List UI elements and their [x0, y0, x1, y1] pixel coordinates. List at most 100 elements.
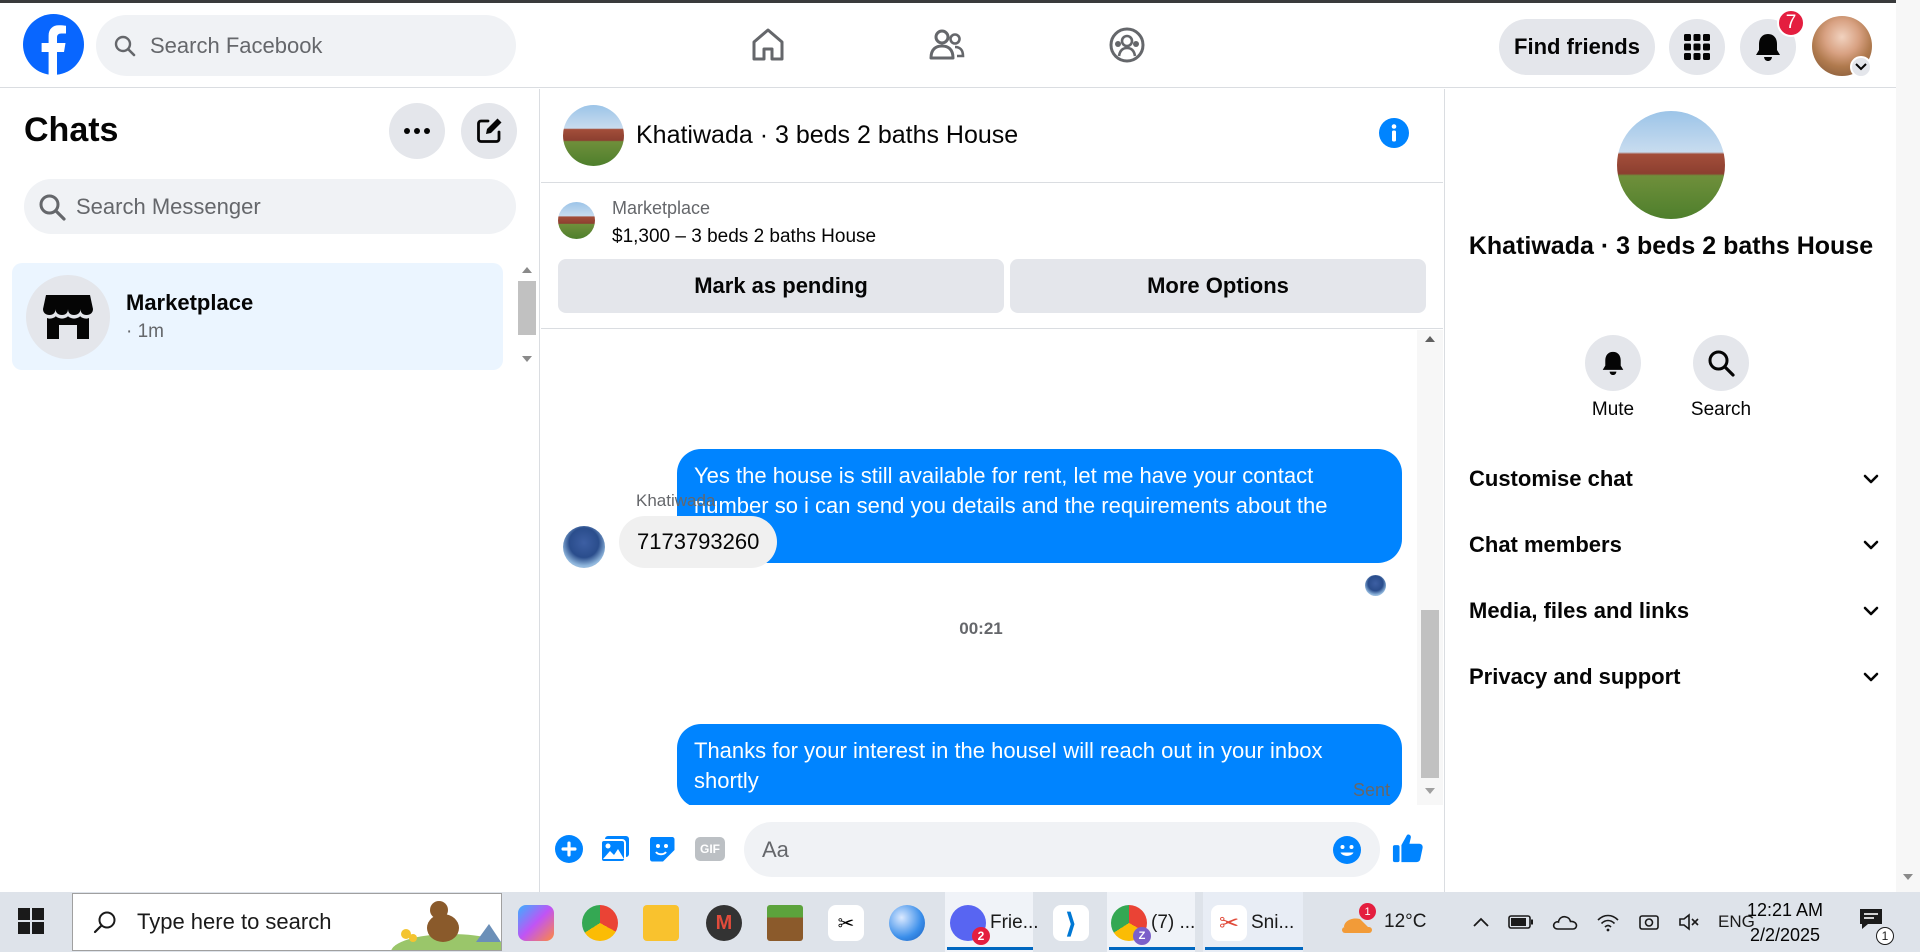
send-like-button[interactable]	[1392, 832, 1424, 864]
conversation-avatar[interactable]	[563, 105, 624, 166]
gif-label: GIF	[700, 842, 720, 856]
taskbar-search-box[interactable]: Type here to search	[72, 893, 502, 951]
capcut-taskbar-icon[interactable]: ✂	[828, 900, 864, 946]
chrome-facebook-taskbar-app[interactable]: Z (7) ...	[1111, 900, 1195, 946]
privacy-support-section[interactable]: Privacy and support	[1469, 652, 1879, 702]
sender-name-label: Khatiwada	[636, 491, 716, 510]
compose-icon	[477, 118, 502, 143]
message-sent-status: Sent	[1353, 780, 1391, 800]
battery-icon[interactable]	[1508, 915, 1534, 929]
weather-widget[interactable]: 1 12°C	[1340, 892, 1426, 952]
home-nav-button[interactable]	[742, 19, 794, 71]
chat-options-button[interactable]	[389, 103, 445, 159]
speaker-muted-icon[interactable]	[1678, 912, 1700, 932]
message-thread: Yes the house is still available for ren…	[541, 330, 1443, 805]
message-input[interactable]: Aa	[744, 822, 1380, 877]
menu-button[interactable]	[1669, 19, 1725, 75]
sender-avatar[interactable]	[563, 526, 605, 568]
details-title: Khatiwada · 3 beds 2 baths House	[1468, 232, 1874, 260]
more-options-button[interactable]: More Options	[1010, 259, 1426, 313]
outgoing-message-bubble[interactable]: Yes the house is still available for ren…	[677, 449, 1402, 563]
active-app-indicator	[1109, 947, 1195, 950]
notification-center-button[interactable]: 1	[1858, 892, 1898, 952]
minecraft-taskbar-icon[interactable]	[767, 900, 803, 946]
friends-icon	[929, 29, 965, 60]
gif-button[interactable]: GIF	[692, 833, 728, 865]
message-thread-scrollbar[interactable]	[1417, 330, 1443, 805]
incoming-message-bubble[interactable]: 7173793260	[619, 516, 778, 568]
chat-list-scrollbar[interactable]	[516, 263, 538, 368]
info-icon	[1379, 118, 1409, 148]
start-button[interactable]	[18, 908, 44, 939]
discord-taskbar-app[interactable]: 2 Frie...	[950, 900, 1039, 946]
chrome-app-label: (7) ...	[1151, 912, 1196, 933]
chat-members-section[interactable]: Chat members	[1469, 520, 1879, 570]
message-input-placeholder: Aa	[762, 836, 789, 862]
more-actions-button[interactable]	[553, 833, 585, 865]
groups-nav-button[interactable]	[1101, 19, 1153, 71]
mark-as-pending-button[interactable]: Mark as pending	[558, 259, 1004, 313]
listing-thumbnail[interactable]	[558, 202, 595, 239]
friends-nav-button[interactable]	[921, 19, 973, 71]
mute-button[interactable]: Mute	[1573, 335, 1653, 421]
search-highlight-illustration-icon	[391, 901, 501, 950]
conversation-details-panel: Khatiwada · 3 beds 2 baths House Mute Se…	[1444, 89, 1896, 892]
conversation-title[interactable]: Khatiwada · 3 beds 2 baths House	[636, 121, 1018, 150]
chat-list-scroll-thumb[interactable]	[518, 281, 536, 335]
facebook-logo-icon[interactable]	[23, 14, 84, 75]
attach-photo-button[interactable]	[599, 833, 631, 865]
mute-label: Mute	[1591, 399, 1635, 420]
sticker-button[interactable]	[646, 833, 678, 865]
copilot-taskbar-icon[interactable]	[518, 900, 554, 946]
chat-list-item[interactable]: Marketplace · 1m	[12, 263, 503, 370]
snipping-tool-taskbar-app[interactable]: ✂ Sni...	[1211, 900, 1294, 946]
customise-chat-section[interactable]: Customise chat	[1469, 454, 1879, 504]
chat-name: Marketplace	[126, 290, 254, 315]
snipping-tool-label: Sni...	[1251, 912, 1295, 933]
new-message-button[interactable]	[461, 103, 517, 159]
active-app-indicator	[947, 947, 1033, 950]
emoji-button[interactable]	[1331, 834, 1363, 866]
search-in-conversation-button[interactable]: Search	[1681, 335, 1761, 421]
find-friends-button[interactable]: Find friends	[1499, 19, 1655, 75]
conversation-info-button[interactable]	[1378, 117, 1410, 154]
notification-center-icon: 1	[1858, 907, 1894, 945]
groups-icon	[1109, 27, 1145, 63]
file-explorer-taskbar-icon[interactable]	[643, 900, 679, 946]
m-app-taskbar-icon[interactable]: M	[706, 900, 742, 946]
active-app-indicator	[1205, 947, 1303, 950]
search-icon	[1708, 350, 1735, 377]
details-avatar[interactable]	[1617, 111, 1725, 219]
chat-time: · 1m	[126, 321, 164, 342]
taskbar-search-placeholder: Type here to search	[137, 909, 332, 934]
section-label: Media, files and links	[1469, 598, 1690, 623]
scroll-up-arrow-icon	[522, 267, 532, 273]
scroll-down-arrow-icon	[1425, 788, 1435, 794]
marketplace-store-icon	[43, 295, 93, 339]
chrome-taskbar-icon[interactable]	[582, 900, 618, 946]
profile-badge: Z	[1133, 927, 1151, 945]
message-thread-scroll-thumb[interactable]	[1421, 610, 1439, 778]
notification-center-badge: 1	[1876, 927, 1894, 945]
read-receipt-avatar	[1365, 575, 1386, 596]
chevron-up-icon[interactable]	[1472, 917, 1490, 927]
message-timestamp: 00:21	[959, 619, 1003, 638]
weather-icon: 1	[1340, 903, 1376, 939]
media-files-links-section[interactable]: Media, files and links	[1469, 586, 1879, 636]
section-label: Chat members	[1469, 532, 1622, 557]
listing-title[interactable]: $1,300 – 3 beds 2 baths House	[612, 226, 876, 248]
search-icon	[114, 35, 136, 56]
camera-icon[interactable]	[1638, 912, 1660, 932]
messenger-search-bar[interactable]: Search Messenger	[24, 179, 516, 234]
vscode-taskbar-icon[interactable]: ⟩	[1053, 900, 1089, 946]
bell-icon	[1602, 351, 1624, 375]
taskbar-clock[interactable]: 12:21 AM 2/2/2025	[1735, 898, 1835, 948]
outgoing-message-bubble[interactable]: Thanks for your interest in the houseI w…	[677, 724, 1402, 805]
facebook-search-bar[interactable]: Search Facebook	[96, 15, 516, 76]
wifi-icon[interactable]	[1596, 912, 1620, 932]
browser-scrollbar[interactable]	[1896, 0, 1920, 892]
onedrive-cloud-icon[interactable]	[1552, 914, 1578, 930]
edge-taskbar-icon[interactable]	[889, 900, 925, 946]
account-chevron-down-icon[interactable]	[1850, 56, 1872, 78]
clock-time: 12:21 AM	[1746, 900, 1824, 920]
